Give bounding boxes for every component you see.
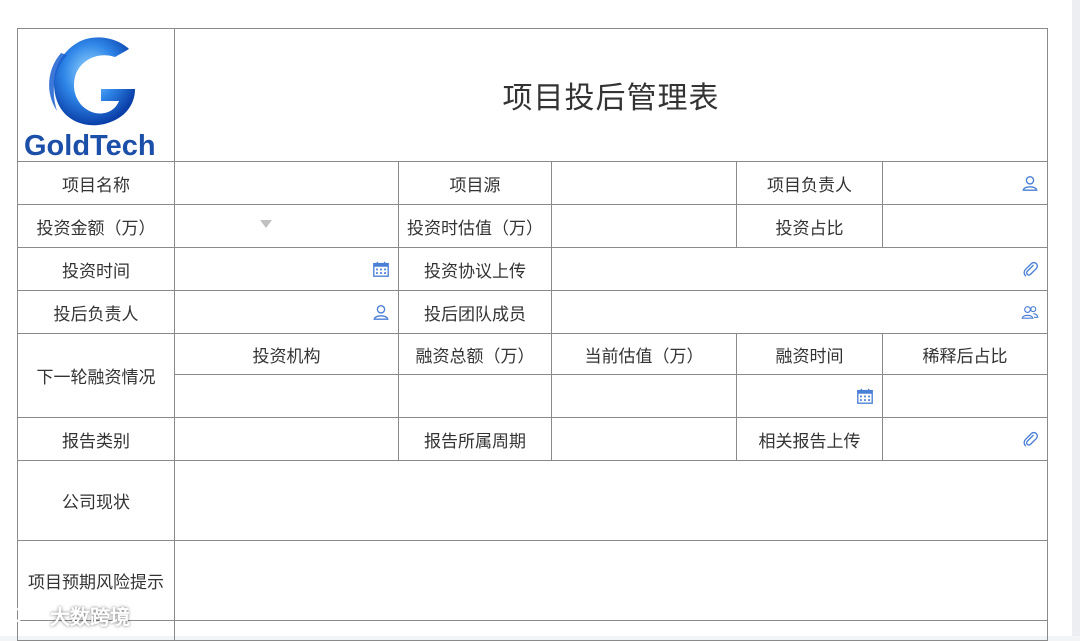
calendar-icon[interactable]	[372, 260, 390, 278]
risk-hint-textarea[interactable]	[173, 540, 1049, 621]
page-title: 项目投后管理表	[502, 82, 720, 115]
label-company-status: 公司现状	[17, 460, 175, 541]
label-next-round: 下一轮融资情况	[17, 333, 175, 418]
project-lead-picker[interactable]	[881, 161, 1049, 205]
form-sheet: GoldTech 项目投后管理表 项目名称 项目源 项目负责人 投资金额（万） …	[0, 0, 1072, 641]
header-financing-time: 融资时间	[736, 333, 883, 375]
post-investment-form: GoldTech 项目投后管理表 项目名称 项目源 项目负责人 投资金额（万） …	[17, 28, 1049, 641]
goldtech-logo: GoldTech	[24, 37, 156, 159]
project-name-input[interactable]	[174, 161, 399, 205]
paperclip-icon[interactable]	[1021, 430, 1039, 448]
calendar-icon[interactable]	[856, 387, 874, 405]
investor-input[interactable]	[174, 374, 399, 418]
label-report-upload: 相关报告上传	[736, 417, 883, 461]
label-post-team: 投后团队成员	[398, 290, 552, 334]
label-invest-amount: 投资金额（万）	[17, 204, 175, 248]
financing-time-picker[interactable]	[736, 374, 883, 418]
paperclip-icon[interactable]	[1021, 260, 1039, 278]
label-project-lead: 项目负责人	[736, 161, 883, 205]
total-financing-input[interactable]	[398, 374, 552, 418]
label-invest-agreement: 投资协议上传	[398, 247, 552, 291]
report-type-input[interactable]	[174, 417, 399, 461]
scrollbar-track[interactable]	[1072, 0, 1080, 636]
user-icon[interactable]	[372, 303, 390, 321]
diluted-ratio-input[interactable]	[881, 374, 1049, 418]
users-icon[interactable]	[1021, 303, 1039, 321]
invest-ratio-input[interactable]	[881, 204, 1049, 248]
watermark: 大数跨境	[8, 600, 130, 630]
company-status-textarea[interactable]	[173, 460, 1049, 541]
logo-text: GoldTech	[24, 130, 156, 159]
label-invest-ratio: 投资占比	[736, 204, 883, 248]
label-invest-time: 投资时间	[17, 247, 175, 291]
invest-valuation-input[interactable]	[551, 204, 737, 248]
chevron-down-icon[interactable]	[259, 219, 273, 229]
label-project-source: 项目源	[398, 161, 552, 205]
current-valuation-input[interactable]	[551, 374, 737, 418]
header-total-financing: 融资总额（万）	[398, 333, 552, 375]
weibo-like-icon	[9, 607, 43, 622]
watermark-text: 大数跨境	[50, 606, 130, 629]
invest-amount-select[interactable]	[174, 204, 399, 248]
header-current-valuation: 当前估值（万）	[551, 333, 737, 375]
logo-cell: GoldTech	[17, 28, 175, 162]
report-upload[interactable]	[881, 417, 1049, 461]
label-report-type: 报告类别	[17, 417, 175, 461]
title-cell: 项目投后管理表	[173, 28, 1049, 162]
user-icon[interactable]	[1021, 174, 1039, 192]
label-report-period: 报告所属周期	[398, 417, 552, 461]
post-lead-picker[interactable]	[174, 290, 399, 334]
report-period-input[interactable]	[551, 417, 737, 461]
label-project-name: 项目名称	[17, 161, 175, 205]
label-invest-valuation: 投资时估值（万）	[398, 204, 552, 248]
header-diluted-ratio: 稀释后占比	[881, 333, 1049, 375]
project-source-input[interactable]	[551, 161, 737, 205]
header-investor: 投资机构	[174, 333, 399, 375]
label-post-lead: 投后负责人	[17, 290, 175, 334]
invest-agreement-upload[interactable]	[550, 247, 1049, 291]
extra-input-cell[interactable]	[173, 620, 1049, 641]
invest-time-picker[interactable]	[174, 247, 399, 291]
post-team-picker[interactable]	[550, 290, 1049, 334]
